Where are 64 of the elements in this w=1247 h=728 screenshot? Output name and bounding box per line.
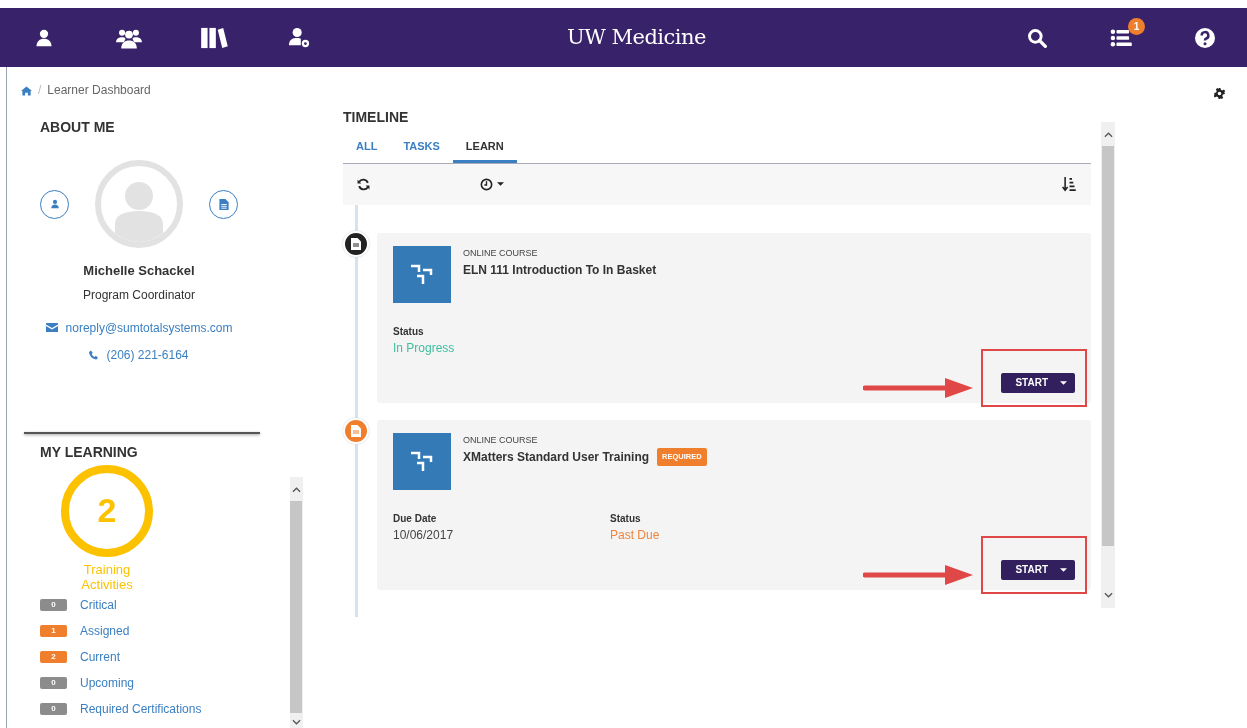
course-type: ONLINE COURSE: [463, 246, 539, 260]
arrows-icon: [410, 263, 434, 285]
start-dropdown-button[interactable]: START: [1001, 372, 1075, 393]
transcript-button[interactable]: [209, 189, 238, 219]
breadcrumb-current: Learner Dashboard: [47, 82, 151, 99]
learning-link[interactable]: Critical: [80, 595, 117, 614]
email-link[interactable]: noreply@sumtotalsystems.com: [65, 318, 233, 337]
count-badge: 0: [40, 702, 67, 715]
learning-link[interactable]: Upcoming: [80, 673, 135, 692]
breadcrumb-separator: /: [38, 82, 42, 99]
list-icon: [1110, 28, 1132, 47]
phone-icon: [89, 349, 99, 360]
count-label: Training Activities: [80, 561, 134, 592]
field-value: In Progress: [393, 339, 456, 357]
user-gear-icon: [288, 26, 310, 49]
section-title: TIMELINE: [343, 108, 410, 127]
field-label: Status: [610, 511, 642, 526]
caret-icon: [1060, 380, 1067, 385]
count-ring: 2: [61, 464, 153, 557]
refresh-icon: [357, 178, 370, 192]
count-badge: 0: [40, 598, 67, 611]
brand-logo: UW Medicine: [566, 23, 707, 51]
learning-link[interactable]: Required Certifications: [80, 699, 202, 718]
tab[interactable]: TASKS: [390, 134, 453, 163]
clock-icon: [480, 177, 493, 191]
home-icon: [21, 85, 32, 96]
envelope-icon: [45, 323, 58, 332]
count-badge: 2: [40, 650, 67, 663]
scrollbar[interactable]: [1101, 122, 1115, 608]
document-icon: [218, 198, 229, 210]
learning-link[interactable]: Current: [80, 647, 120, 666]
user-icon: [49, 199, 60, 209]
time-filter-dropdown[interactable]: [480, 177, 504, 191]
caret-icon: [1060, 567, 1067, 572]
section-title: ABOUT ME: [40, 118, 116, 137]
profile-role: Program Coordinator: [81, 286, 197, 304]
search-icon: [1027, 27, 1047, 48]
sort-icon: [1062, 177, 1077, 193]
course-type: ONLINE COURSE: [463, 433, 539, 447]
scroll-up-icon: [1103, 132, 1113, 138]
caret-icon: [497, 182, 504, 186]
start-dropdown-button[interactable]: START: [1001, 559, 1075, 580]
profile-name: Michelle Schackel: [82, 262, 196, 280]
section-title: MY LEARNING: [40, 442, 139, 462]
field-value: 10/06/2017: [393, 526, 455, 544]
learning-link[interactable]: Assigned: [80, 621, 130, 640]
phone-link[interactable]: (206) 221-6164: [106, 345, 189, 364]
settings-icon[interactable]: [1214, 88, 1225, 99]
count-badge: 0: [40, 676, 67, 689]
tab[interactable]: ALL: [343, 134, 391, 163]
scrollbar[interactable]: [289, 476, 303, 728]
field-label: Due Date: [393, 511, 438, 526]
course-title: XMatters Standard User Training: [463, 449, 650, 466]
help-icon: [1195, 27, 1215, 48]
scroll-down-icon: [1103, 592, 1113, 598]
books-icon: [200, 26, 228, 49]
field-value: Past Due: [610, 526, 661, 544]
field-label: Status: [393, 324, 425, 339]
scroll-down-icon: [291, 718, 301, 725]
course-title: ELN 111 Introduction To In Basket: [463, 262, 657, 279]
arrows-icon: [410, 450, 434, 472]
scroll-up-icon: [291, 486, 301, 493]
count-badge: 1: [40, 624, 67, 637]
notification-badge: 1: [1128, 17, 1145, 35]
